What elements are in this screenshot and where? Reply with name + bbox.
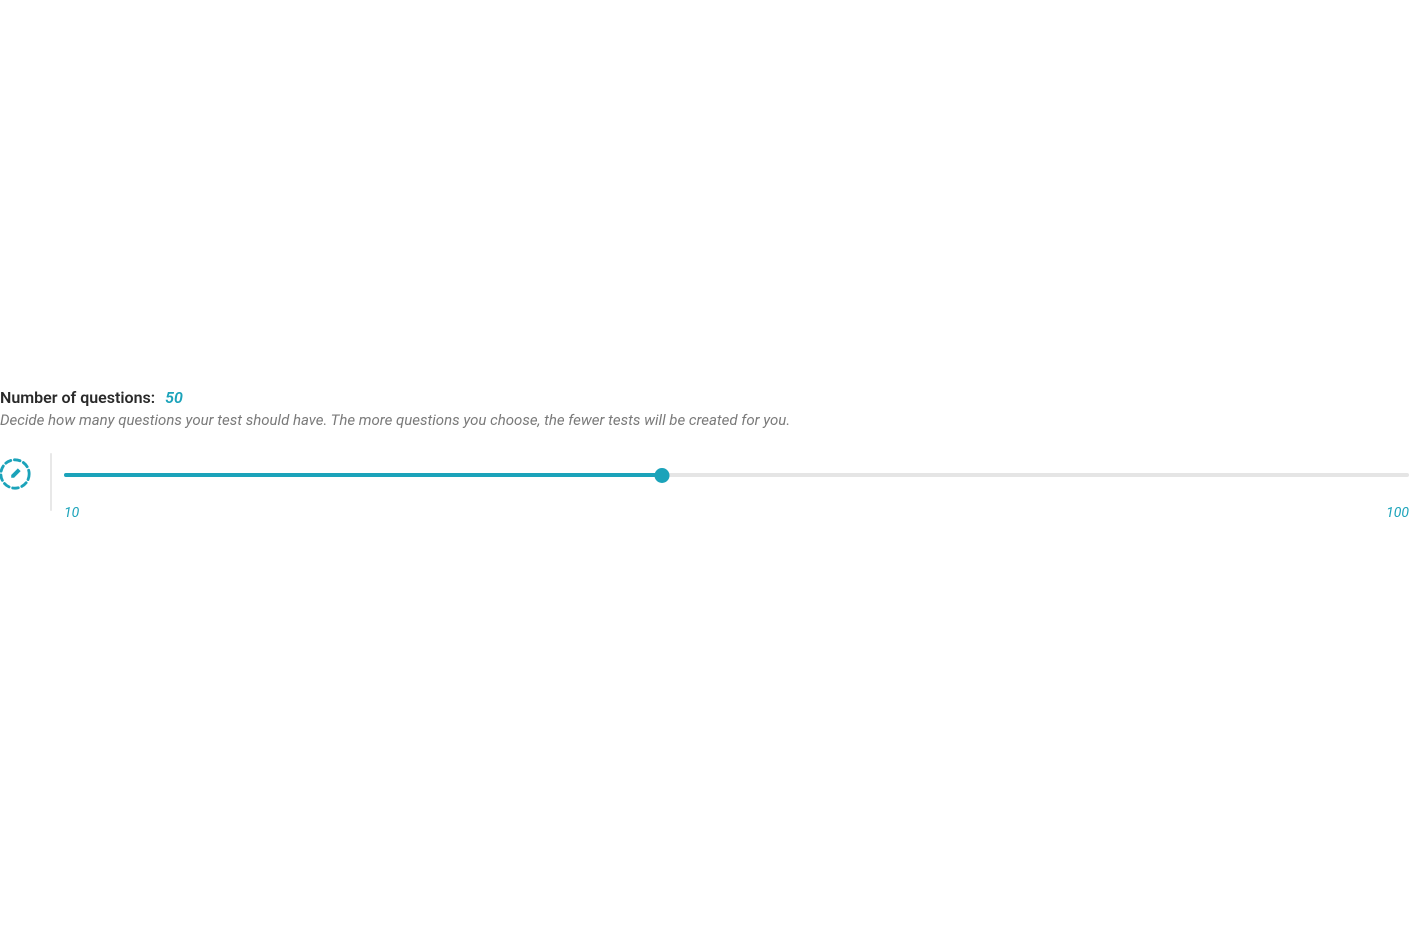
slider-track-fill <box>64 473 662 477</box>
question-count-slider[interactable] <box>64 467 1409 483</box>
slider-container: 10 100 <box>64 457 1409 521</box>
edit-target-icon <box>0 457 32 491</box>
slider-min-label: 10 <box>64 505 79 521</box>
slider-row: 10 100 <box>0 457 1409 521</box>
slider-description: Decide how many questions your test shou… <box>0 411 1409 429</box>
slider-current-value: 50 <box>165 388 183 407</box>
vertical-divider <box>50 453 52 511</box>
slider-heading-label: Number of questions: <box>0 388 155 407</box>
slider-labels: 10 100 <box>64 505 1409 521</box>
slider-heading-row: Number of questions: 50 <box>0 388 1409 407</box>
icon-column <box>0 457 50 491</box>
slider-thumb[interactable] <box>654 468 669 483</box>
slider-max-label: 100 <box>1386 505 1409 521</box>
